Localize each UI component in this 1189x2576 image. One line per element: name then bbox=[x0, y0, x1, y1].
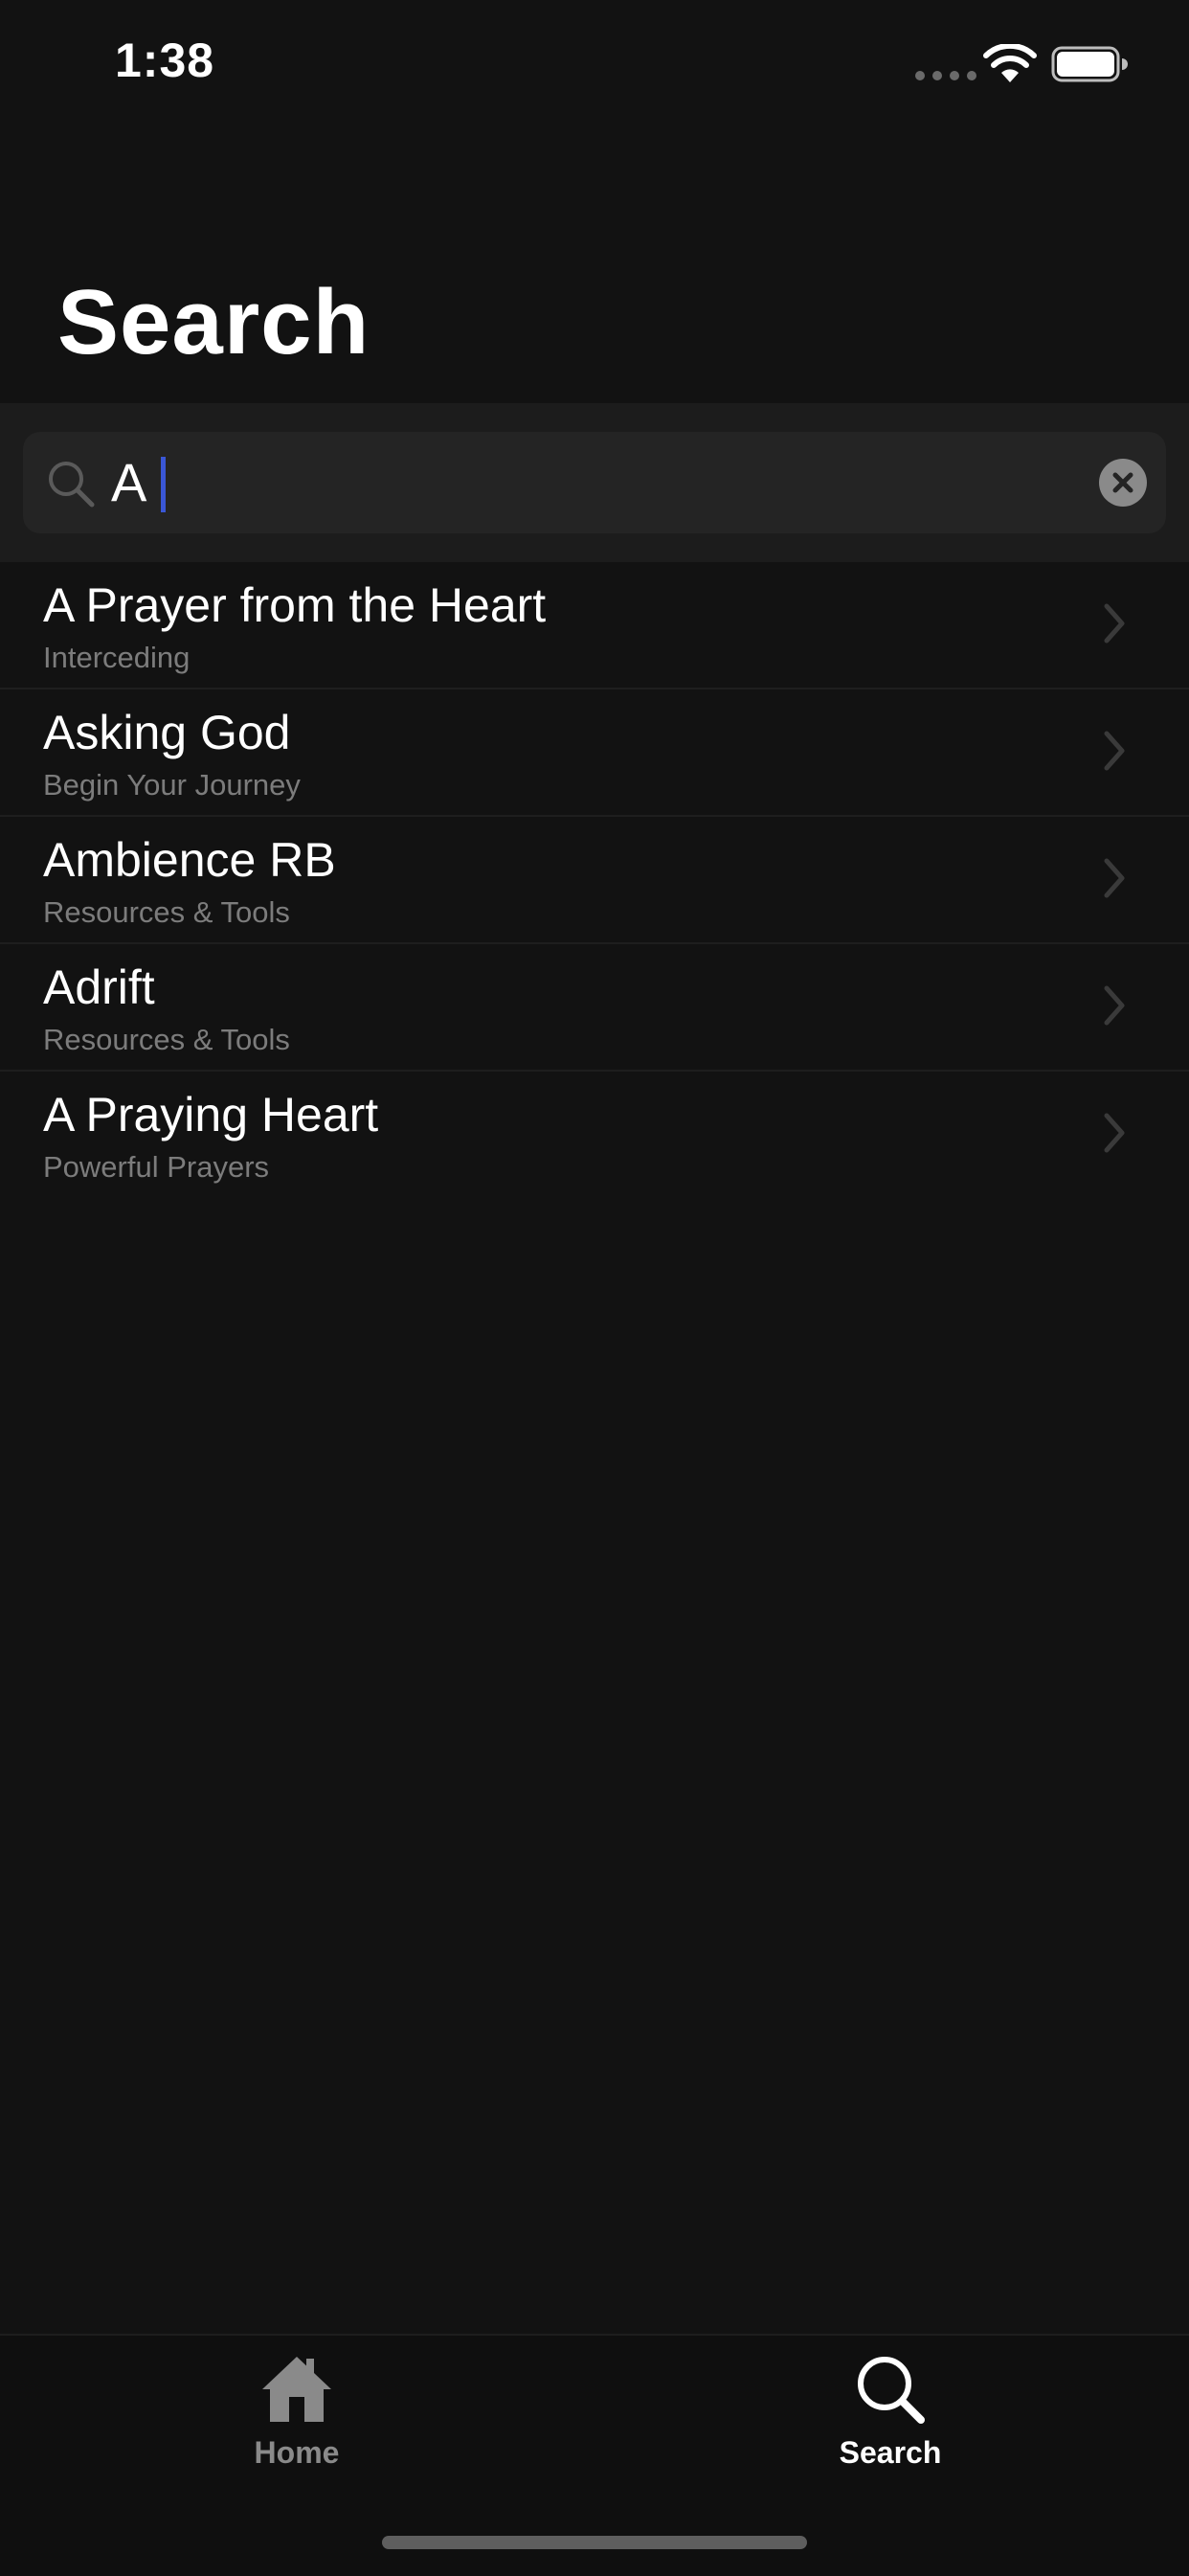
result-title: Adrift bbox=[43, 960, 155, 1014]
page-title: Search bbox=[57, 271, 370, 373]
result-subtitle: Powerful Prayers bbox=[43, 1150, 270, 1184]
search-icon bbox=[49, 462, 95, 508]
result-subtitle: Begin Your Journey bbox=[43, 768, 301, 802]
search-icon bbox=[858, 2357, 925, 2424]
home-indicator[interactable] bbox=[382, 2536, 807, 2549]
search-input[interactable] bbox=[111, 432, 1068, 533]
chevron-right-icon bbox=[1104, 858, 1125, 898]
result-row[interactable]: A Praying Heart Powerful Prayers bbox=[0, 1072, 1189, 1197]
status-time: 1:38 bbox=[115, 34, 215, 87]
clear-icon bbox=[1112, 472, 1133, 493]
result-row[interactable]: Adrift Resources & Tools bbox=[0, 944, 1189, 1072]
result-title: A Praying Heart bbox=[43, 1088, 379, 1141]
status-bar: 1:38 bbox=[0, 0, 1189, 134]
result-subtitle: Resources & Tools bbox=[43, 1023, 290, 1056]
text-caret bbox=[161, 457, 166, 512]
chevron-right-icon bbox=[1104, 731, 1125, 771]
result-row[interactable]: Ambience RB Resources & Tools bbox=[0, 817, 1189, 944]
result-title: Asking God bbox=[43, 706, 291, 759]
tab-search-label: Search bbox=[839, 2435, 942, 2470]
home-icon bbox=[262, 2357, 331, 2422]
result-subtitle: Resources & Tools bbox=[43, 895, 290, 929]
tab-home[interactable]: Home bbox=[153, 2336, 440, 2489]
chevron-right-icon bbox=[1104, 603, 1125, 644]
result-row[interactable]: Asking God Begin Your Journey bbox=[0, 689, 1189, 817]
result-title: Ambience RB bbox=[43, 833, 336, 887]
tab-home-label: Home bbox=[254, 2435, 340, 2470]
chevron-right-icon bbox=[1104, 985, 1125, 1026]
tab-search[interactable]: Search bbox=[747, 2336, 1034, 2489]
clear-search-button[interactable] bbox=[1099, 459, 1147, 507]
result-title: A Prayer from the Heart bbox=[43, 578, 547, 632]
battery-icon bbox=[1051, 46, 1128, 82]
chevron-right-icon bbox=[1104, 1113, 1125, 1153]
result-row[interactable]: A Prayer from the Heart Interceding bbox=[0, 562, 1189, 689]
result-subtitle: Interceding bbox=[43, 641, 191, 674]
search-bar bbox=[0, 403, 1189, 562]
search-results-list: A Prayer from the Heart Interceding Aski… bbox=[0, 562, 1189, 1197]
wifi-icon bbox=[983, 44, 1037, 82]
signal-icon bbox=[915, 71, 976, 80]
search-field[interactable] bbox=[23, 432, 1166, 533]
